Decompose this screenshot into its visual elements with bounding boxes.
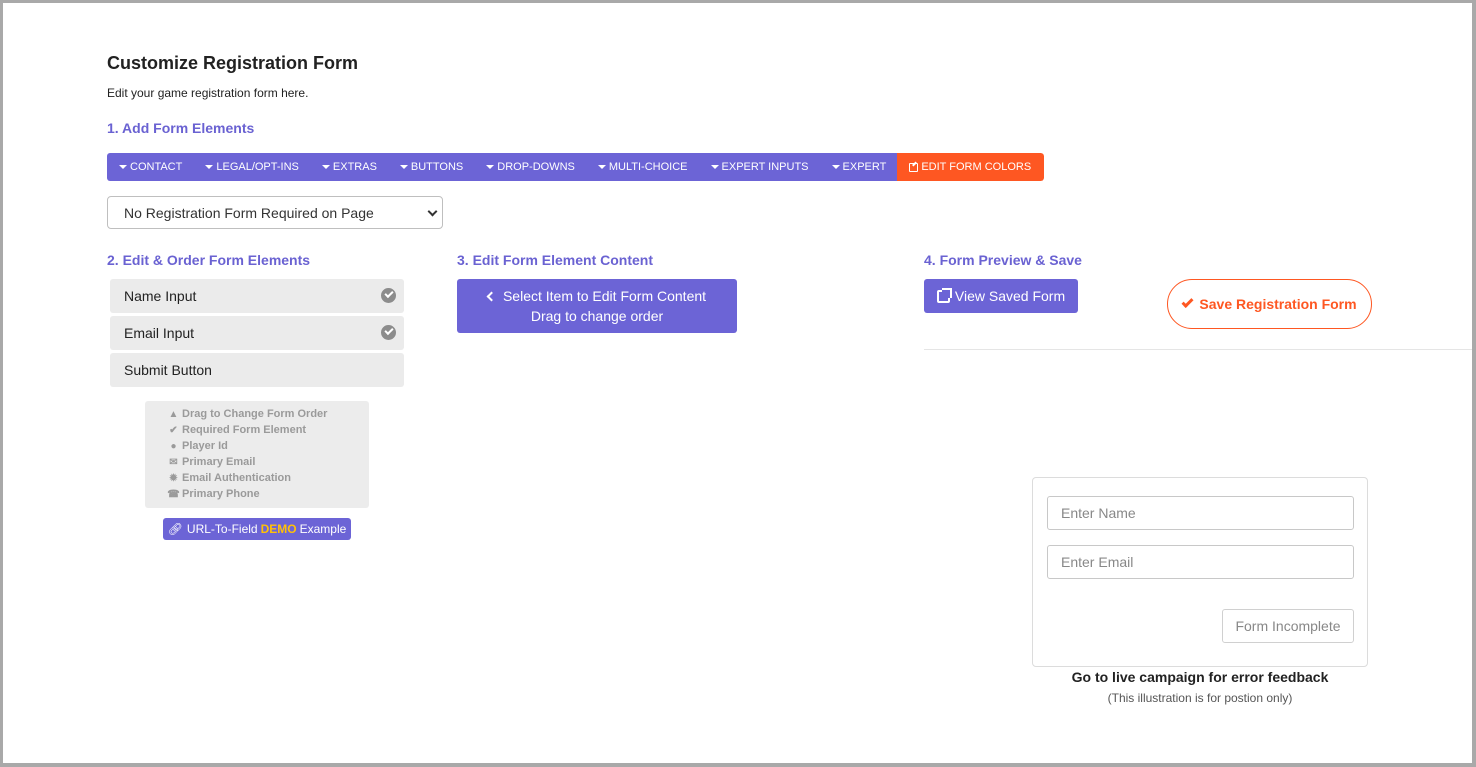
url-to-field-demo-button[interactable]: 🔗︎ URL-To-Field DEMO Example xyxy=(163,518,351,540)
toolbar-expert-dropdown[interactable]: EXPERT xyxy=(819,153,898,181)
toolbar-item-label: EXPERT INPUTS xyxy=(721,161,809,173)
toolbar-item-label: MULTI-CHOICE xyxy=(608,161,688,173)
check-circle-icon: ✔ xyxy=(169,424,178,436)
toolbar-extras-dropdown[interactable]: EXTRAS xyxy=(309,153,388,181)
toolbar-contact-dropdown[interactable]: CONTACT xyxy=(107,153,194,181)
url-demo-suffix: Example xyxy=(299,522,347,536)
toolbar-item-label: CONTACT xyxy=(130,161,183,173)
toolbar-item-label: BUTTONS xyxy=(410,161,464,173)
section-title-edit-order: 2. Edit & Order Form Elements xyxy=(107,252,311,268)
check-circle-icon xyxy=(381,325,396,340)
edit-form-colors-label: EDIT FORM COLORS xyxy=(921,161,1032,173)
caret-down-icon xyxy=(597,165,606,169)
legend-label: Primary Phone xyxy=(182,488,260,500)
legend-label: Required Form Element xyxy=(182,424,307,436)
phone-icon: ☎ xyxy=(167,488,180,500)
legend-item: ✹ Email Authentication xyxy=(168,470,369,486)
illustration-note: (This illustration is for postion only) xyxy=(1107,691,1293,705)
select-item-to-edit-button[interactable]: Select Item to Edit Form Content Drag to… xyxy=(457,279,737,333)
envelope-icon: ✉ xyxy=(169,456,178,468)
legend-item: ▲ Drag to Change Form Order xyxy=(168,406,369,422)
toolbar-expert-inputs-dropdown[interactable]: EXPERT INPUTS xyxy=(698,153,820,181)
preview-submit-label: Form Incomplete xyxy=(1235,618,1341,634)
form-element-label: Submit Button xyxy=(124,362,212,378)
chevron-up-icon: ▲ xyxy=(168,408,179,420)
caret-down-icon xyxy=(399,165,408,169)
select-item-line1: Select Item to Edit Form Content xyxy=(502,288,707,304)
link-icon: 🔗︎ xyxy=(167,522,183,536)
legend-label: Email Authentication xyxy=(182,472,291,484)
select-item-line2: Drag to change order xyxy=(530,308,664,324)
caret-down-icon xyxy=(205,165,214,169)
save-registration-form-label: Save Registration Form xyxy=(1199,296,1357,312)
view-saved-form-label: View Saved Form xyxy=(954,288,1066,304)
toolbar-legal-dropdown[interactable]: LEGAL/OPT-INS xyxy=(193,153,310,181)
form-element-name-input[interactable]: Name Input xyxy=(110,279,404,313)
legend-item: ✔ Required Form Element xyxy=(168,422,369,438)
preview-name-placeholder: Enter Name xyxy=(1061,505,1136,521)
preview-submit-button[interactable]: Form Incomplete xyxy=(1222,609,1354,643)
preview-email-placeholder: Enter Email xyxy=(1061,554,1134,570)
url-demo-highlight: DEMO xyxy=(260,522,297,536)
legend-label: Drag to Change Form Order xyxy=(182,408,328,420)
edit-form-colors-button[interactable]: EDIT FORM COLORS xyxy=(897,153,1045,181)
edit-icon xyxy=(909,162,919,172)
page-subtitle: Edit your game registration form here. xyxy=(107,86,309,100)
form-element-label: Name Input xyxy=(124,288,197,304)
form-preview: Enter Name Enter Email Form Incomplete xyxy=(1032,477,1368,667)
caret-down-icon xyxy=(486,165,495,169)
legend-label: Player Id xyxy=(182,440,228,452)
form-element-email-input[interactable]: Email Input xyxy=(110,316,404,350)
registration-form-select[interactable]: No Registration Form Required on Page xyxy=(107,196,443,229)
page-title: Customize Registration Form xyxy=(107,53,359,73)
legend-item: ☎ Primary Phone xyxy=(167,486,369,502)
form-elements-toolbar: CONTACT LEGAL/OPT-INS EXTRAS BUTTONS DRO… xyxy=(107,153,1045,181)
form-element-label: Email Input xyxy=(124,325,195,341)
chevron-left-icon xyxy=(486,291,497,301)
divider xyxy=(924,349,1472,350)
toolbar-multichoice-dropdown[interactable]: MULTI-CHOICE xyxy=(585,153,699,181)
form-element-submit-button[interactable]: Submit Button xyxy=(110,353,404,387)
toolbar-item-label: EXTRAS xyxy=(332,161,377,173)
toolbar-item-label: EXPERT xyxy=(842,161,887,173)
legend-label: Primary Email xyxy=(182,456,256,468)
caret-down-icon xyxy=(119,165,127,169)
preview-email-input[interactable]: Enter Email xyxy=(1047,545,1354,579)
url-demo-prefix: URL-To-Field xyxy=(186,522,258,536)
toolbar-item-label: LEGAL/OPT-INS xyxy=(216,161,299,173)
caret-down-icon xyxy=(710,165,719,169)
view-saved-form-button[interactable]: View Saved Form xyxy=(924,279,1078,313)
caret-down-icon xyxy=(831,165,840,169)
toolbar-dropdowns-dropdown[interactable]: DROP-DOWNS xyxy=(474,153,586,181)
registration-form-select-value: No Registration Form Required on Page xyxy=(124,204,374,221)
save-registration-form-button[interactable]: Save Registration Form xyxy=(1167,279,1372,329)
section-title-preview-save: 4. Form Preview & Save xyxy=(924,252,1082,268)
certificate-icon: ✹ xyxy=(169,472,178,484)
legend-item: ✉ Primary Email xyxy=(168,454,369,470)
legend-item: ● Player Id xyxy=(168,438,369,454)
error-feedback-note: Go to live campaign for error feedback xyxy=(1071,669,1329,685)
user-icon: ● xyxy=(170,440,177,452)
check-circle-icon xyxy=(381,288,396,303)
section-title-edit-content: 3. Edit Form Element Content xyxy=(457,252,654,268)
checkmark-icon xyxy=(1181,295,1194,309)
section-title-add-elements: 1. Add Form Elements xyxy=(107,120,255,136)
toolbar-item-label: DROP-DOWNS xyxy=(497,161,575,173)
external-link-icon xyxy=(936,287,952,303)
icon-legend: ▲ Drag to Change Form Order ✔ Required For… xyxy=(145,401,369,508)
preview-name-input[interactable]: Enter Name xyxy=(1047,496,1354,530)
caret-down-icon xyxy=(321,165,330,169)
chevron-down-icon xyxy=(427,206,438,217)
toolbar-buttons-dropdown[interactable]: BUTTONS xyxy=(387,153,475,181)
